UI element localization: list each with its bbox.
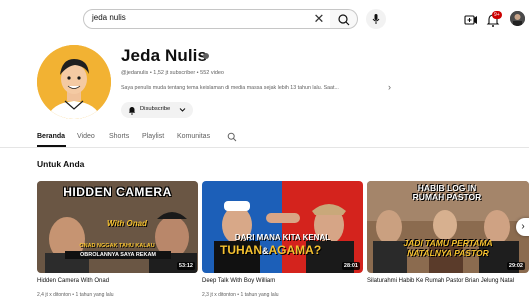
- subscribe-label: Disubscribe: [140, 106, 171, 112]
- thumbnail-2-caption-2: TUHAN&AGAMA?: [220, 243, 363, 257]
- thumbnail-2-word-agama: AGAMA?: [268, 243, 322, 257]
- video-thumbnail-1[interactable]: HIDDEN CAMERA With Onad ONAD NGGAK TAHU …: [37, 181, 198, 273]
- search-button[interactable]: [330, 9, 358, 29]
- mic-icon: [372, 14, 380, 24]
- tab-playlist[interactable]: Playlist: [142, 133, 164, 140]
- thumbnail-2-caption-1: DARI MANA KITA KENAL: [234, 233, 331, 242]
- thumbnail-image-2: [202, 181, 363, 273]
- channel-description[interactable]: Saya penulis muda tentang tema keislaman…: [121, 85, 339, 91]
- tab-beranda[interactable]: Beranda: [37, 133, 65, 140]
- tabs-divider: [0, 147, 529, 148]
- tab-video[interactable]: Video: [77, 133, 95, 140]
- video-duration-3: 29:02: [506, 262, 525, 270]
- thumbnail-3-caption-3: JADI TAMU PERTAMA: [403, 238, 493, 248]
- video-thumbnail-2[interactable]: DARI MANA KITA KENAL TUHAN&AGAMA? 28:01: [202, 181, 363, 273]
- voice-search-button[interactable]: [366, 9, 386, 29]
- channel-meta: @jedanulis • 1,52 jt subscriber • 552 vi…: [121, 70, 224, 76]
- tab-search-icon[interactable]: [227, 132, 237, 142]
- carousel-next-button[interactable]: ›: [516, 218, 529, 236]
- channel-avatar-illustration: [37, 45, 111, 119]
- create-icon: [464, 15, 477, 25]
- search-input[interactable]: jeda nulis: [92, 13, 126, 22]
- search-box[interactable]: jeda nulis: [83, 9, 331, 29]
- thumbnail-3-caption-4: NATALNYA PASTOR: [407, 248, 489, 258]
- video-title-2[interactable]: Deep Talk With Boy William: [202, 277, 362, 285]
- thumbnail-1-script-text: With Onad: [107, 219, 147, 228]
- channel-name: Jeda Nulis: [121, 46, 208, 65]
- thumbnail-2-word-tuhan: TUHAN: [220, 243, 262, 257]
- chevron-right-icon[interactable]: ›: [388, 82, 391, 92]
- thumbnail-3-caption-2: RUMAH PASTOR: [412, 192, 482, 202]
- create-button[interactable]: [462, 11, 480, 29]
- subscribe-button[interactable]: Disubscribe: [121, 102, 193, 118]
- video-duration-2: 28:01: [341, 262, 360, 270]
- thumbnail-1-title-text: HIDDEN CAMERA: [63, 185, 172, 199]
- notification-badge: 9+: [492, 11, 502, 19]
- video-thumbnail-3[interactable]: HABIB LOG IN RUMAH PASTOR JADI TAMU PERT…: [367, 181, 529, 273]
- verified-icon: [203, 53, 209, 59]
- avatar-image: [510, 11, 525, 26]
- chevron-down-icon: [179, 108, 186, 112]
- section-title: Untuk Anda: [37, 159, 85, 169]
- channel-avatar[interactable]: [37, 45, 111, 119]
- thumbnail-1-caption-1: ONAD NGGAK TAHU KALAU: [79, 243, 155, 249]
- video-duration-1: 53:12: [176, 262, 195, 270]
- thumbnail-1-caption-2: OBROLANNYA SAYA REKAM: [65, 251, 171, 259]
- video-title-1[interactable]: Hidden Camera With Onad: [37, 277, 197, 285]
- video-title-3[interactable]: Silaturahmi Habib Ke Rumah Pastor Brian …: [367, 277, 529, 285]
- video-meta-2: 2,3 jt x ditonton • 1 tahun yang lalu: [202, 292, 279, 298]
- account-avatar[interactable]: [510, 11, 525, 26]
- search-icon: [338, 14, 350, 26]
- clear-icon[interactable]: ✕: [311, 10, 327, 28]
- bell-small-icon: [128, 107, 136, 115]
- tab-komunitas[interactable]: Komunitas: [177, 133, 210, 140]
- tab-shorts[interactable]: Shorts: [109, 133, 129, 140]
- video-meta-1: 2,4 jt x ditonton • 1 tahun yang lalu: [37, 292, 114, 298]
